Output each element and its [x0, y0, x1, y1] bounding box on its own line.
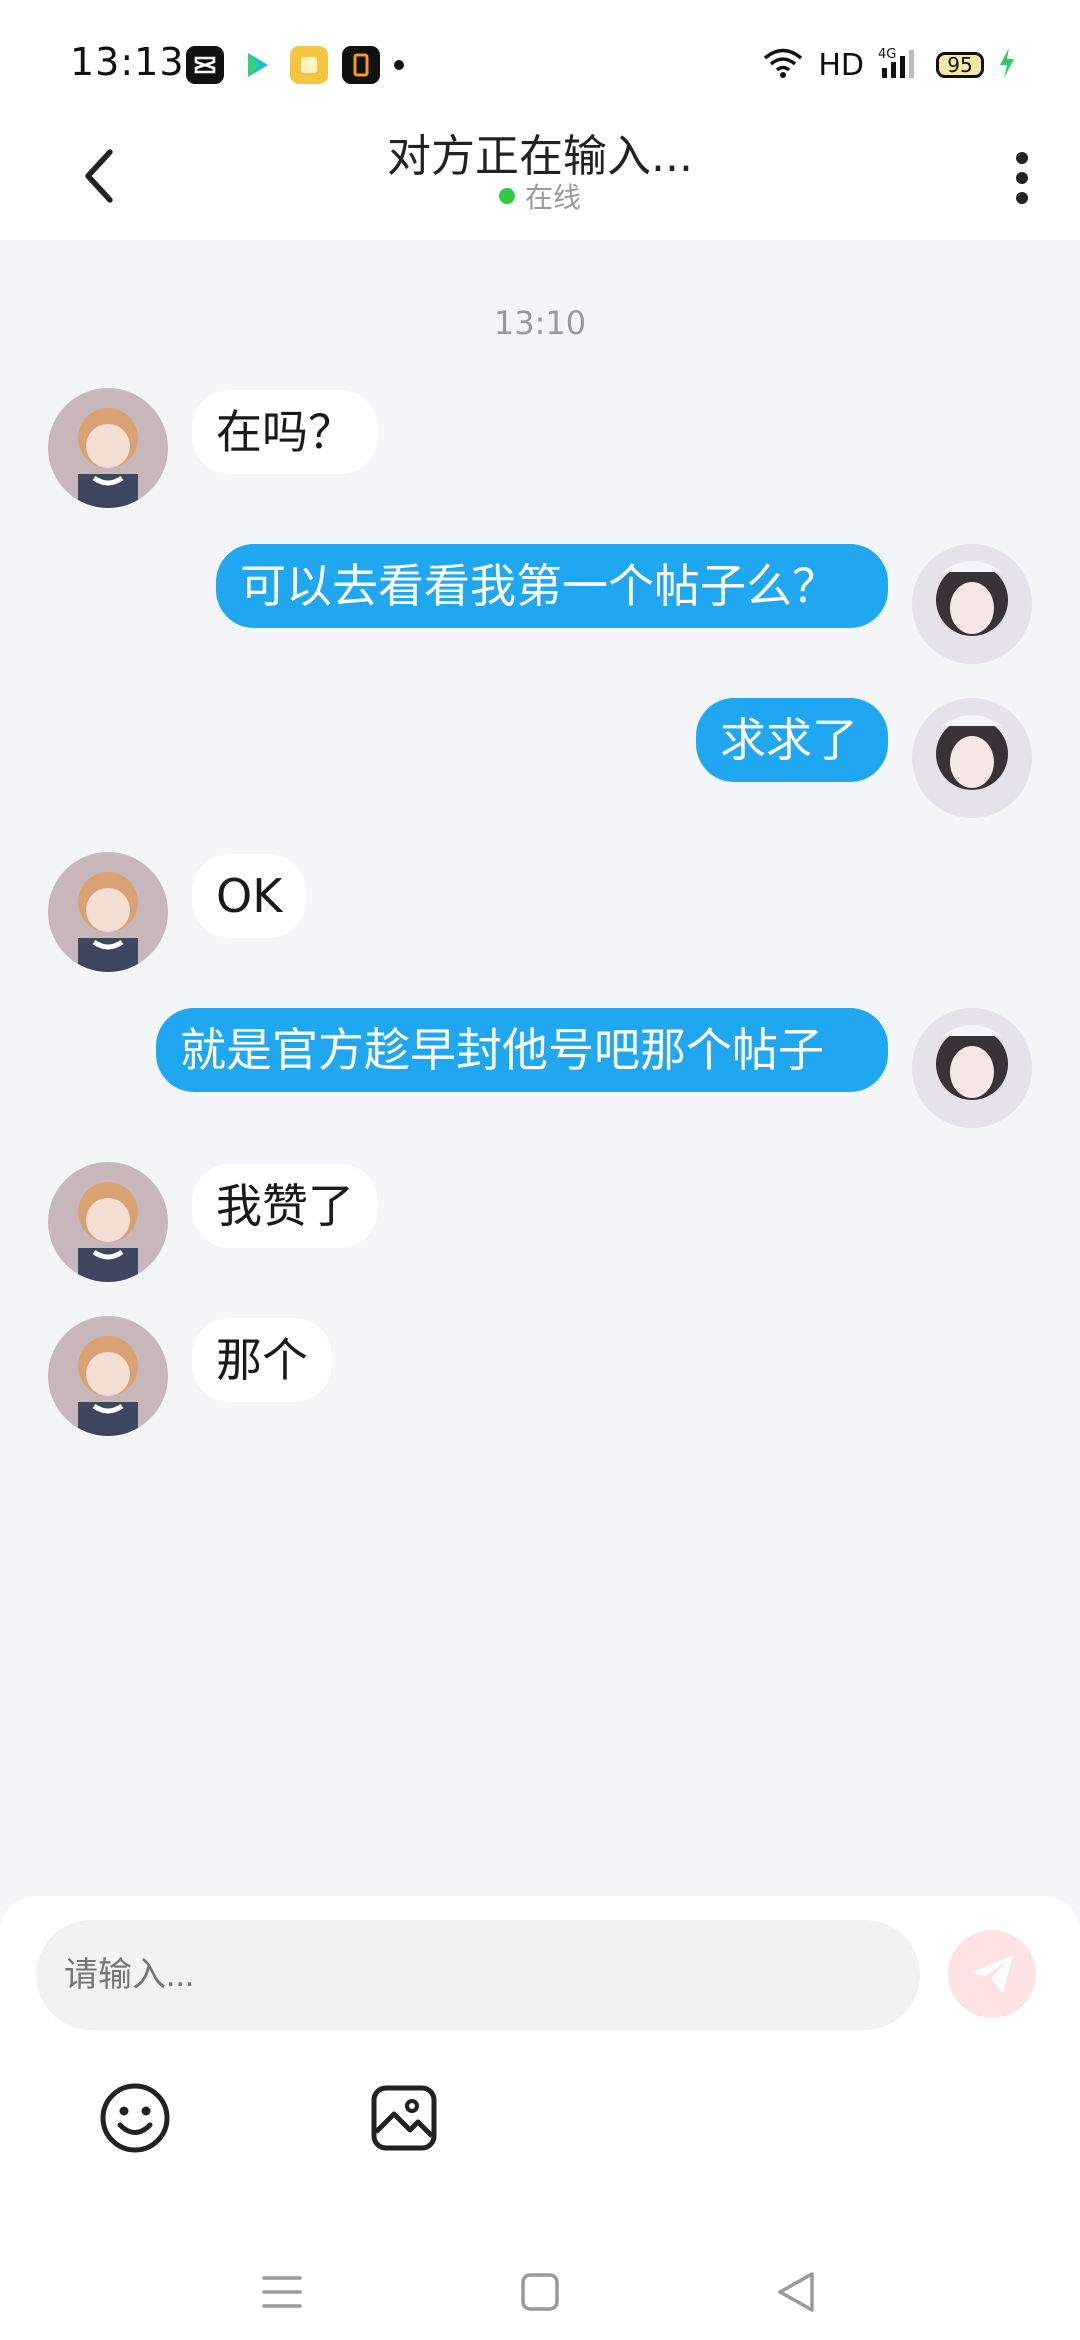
back-triangle-icon [778, 2272, 814, 2312]
more-notifications-dot [394, 60, 404, 70]
home-icon [521, 2273, 559, 2311]
page-title: 对方正在输入... [387, 131, 693, 182]
nav-back-button[interactable] [772, 2268, 820, 2316]
status-time: 13:13 [70, 40, 185, 84]
yellow-app-icon [290, 46, 328, 84]
svg-text:4G: 4G [878, 47, 896, 62]
emoji-icon [100, 2083, 170, 2153]
online-dot [498, 188, 515, 204]
image-icon [371, 2085, 437, 2151]
system-indicators: HD 4G 95 [762, 46, 1016, 84]
user-avatar[interactable] [912, 1008, 1032, 1128]
orange-app-icon [342, 46, 380, 84]
system-nav-bar [0, 2248, 1080, 2340]
capcut-icon [186, 46, 224, 84]
user-avatar[interactable] [912, 544, 1032, 664]
charging-icon [998, 48, 1016, 82]
signal-icon: 4G [878, 46, 922, 84]
hd-indicator: HD [818, 47, 864, 83]
message-bubble-incoming[interactable]: 在吗？ [192, 390, 378, 474]
chat-header: 对方正在输入... 在线 [0, 120, 1080, 240]
send-button[interactable] [948, 1930, 1036, 2018]
contact-avatar[interactable] [48, 852, 168, 972]
message-bubble-incoming[interactable]: 我赞了 [192, 1164, 378, 1248]
chat-area[interactable]: 13:10 在吗？ 可以去看看我第一个帖子么？ 求求了 OK 就是官方趁早封他号… [0, 240, 1080, 1890]
notification-icons [186, 46, 404, 84]
presence-status: 在线 [0, 176, 1080, 216]
image-button[interactable] [366, 2080, 442, 2156]
home-button[interactable] [516, 2268, 564, 2316]
play-icon [238, 46, 276, 84]
wifi-icon [762, 47, 804, 83]
message-input[interactable] [36, 1920, 920, 2030]
contact-avatar[interactable] [48, 1162, 168, 1282]
contact-avatar[interactable] [48, 388, 168, 508]
message-bubble-outgoing[interactable]: 就是官方趁早封他号吧那个帖子 [156, 1008, 888, 1092]
emoji-button[interactable] [97, 2080, 173, 2156]
message-timestamp: 13:10 [493, 304, 587, 342]
more-options-button[interactable] [992, 138, 1052, 218]
contact-avatar[interactable] [48, 1316, 168, 1436]
menu-icon [262, 2276, 302, 2308]
message-bubble-outgoing[interactable]: 可以去看看我第一个帖子么？ [216, 544, 888, 628]
message-bubble-incoming[interactable]: 那个 [192, 1318, 332, 1402]
battery-icon: 95 [936, 52, 984, 78]
more-vertical-icon [1016, 152, 1028, 204]
message-bubble-outgoing[interactable]: 求求了 [696, 698, 888, 782]
user-avatar[interactable] [912, 698, 1032, 818]
status-bar: 13:13 HD 4G 95 [0, 0, 1080, 120]
presence-label: 在线 [524, 181, 581, 214]
menu-button[interactable] [258, 2268, 306, 2316]
message-composer [0, 1896, 1080, 2340]
send-icon [971, 1955, 1013, 1993]
message-bubble-incoming[interactable]: OK [192, 854, 307, 938]
